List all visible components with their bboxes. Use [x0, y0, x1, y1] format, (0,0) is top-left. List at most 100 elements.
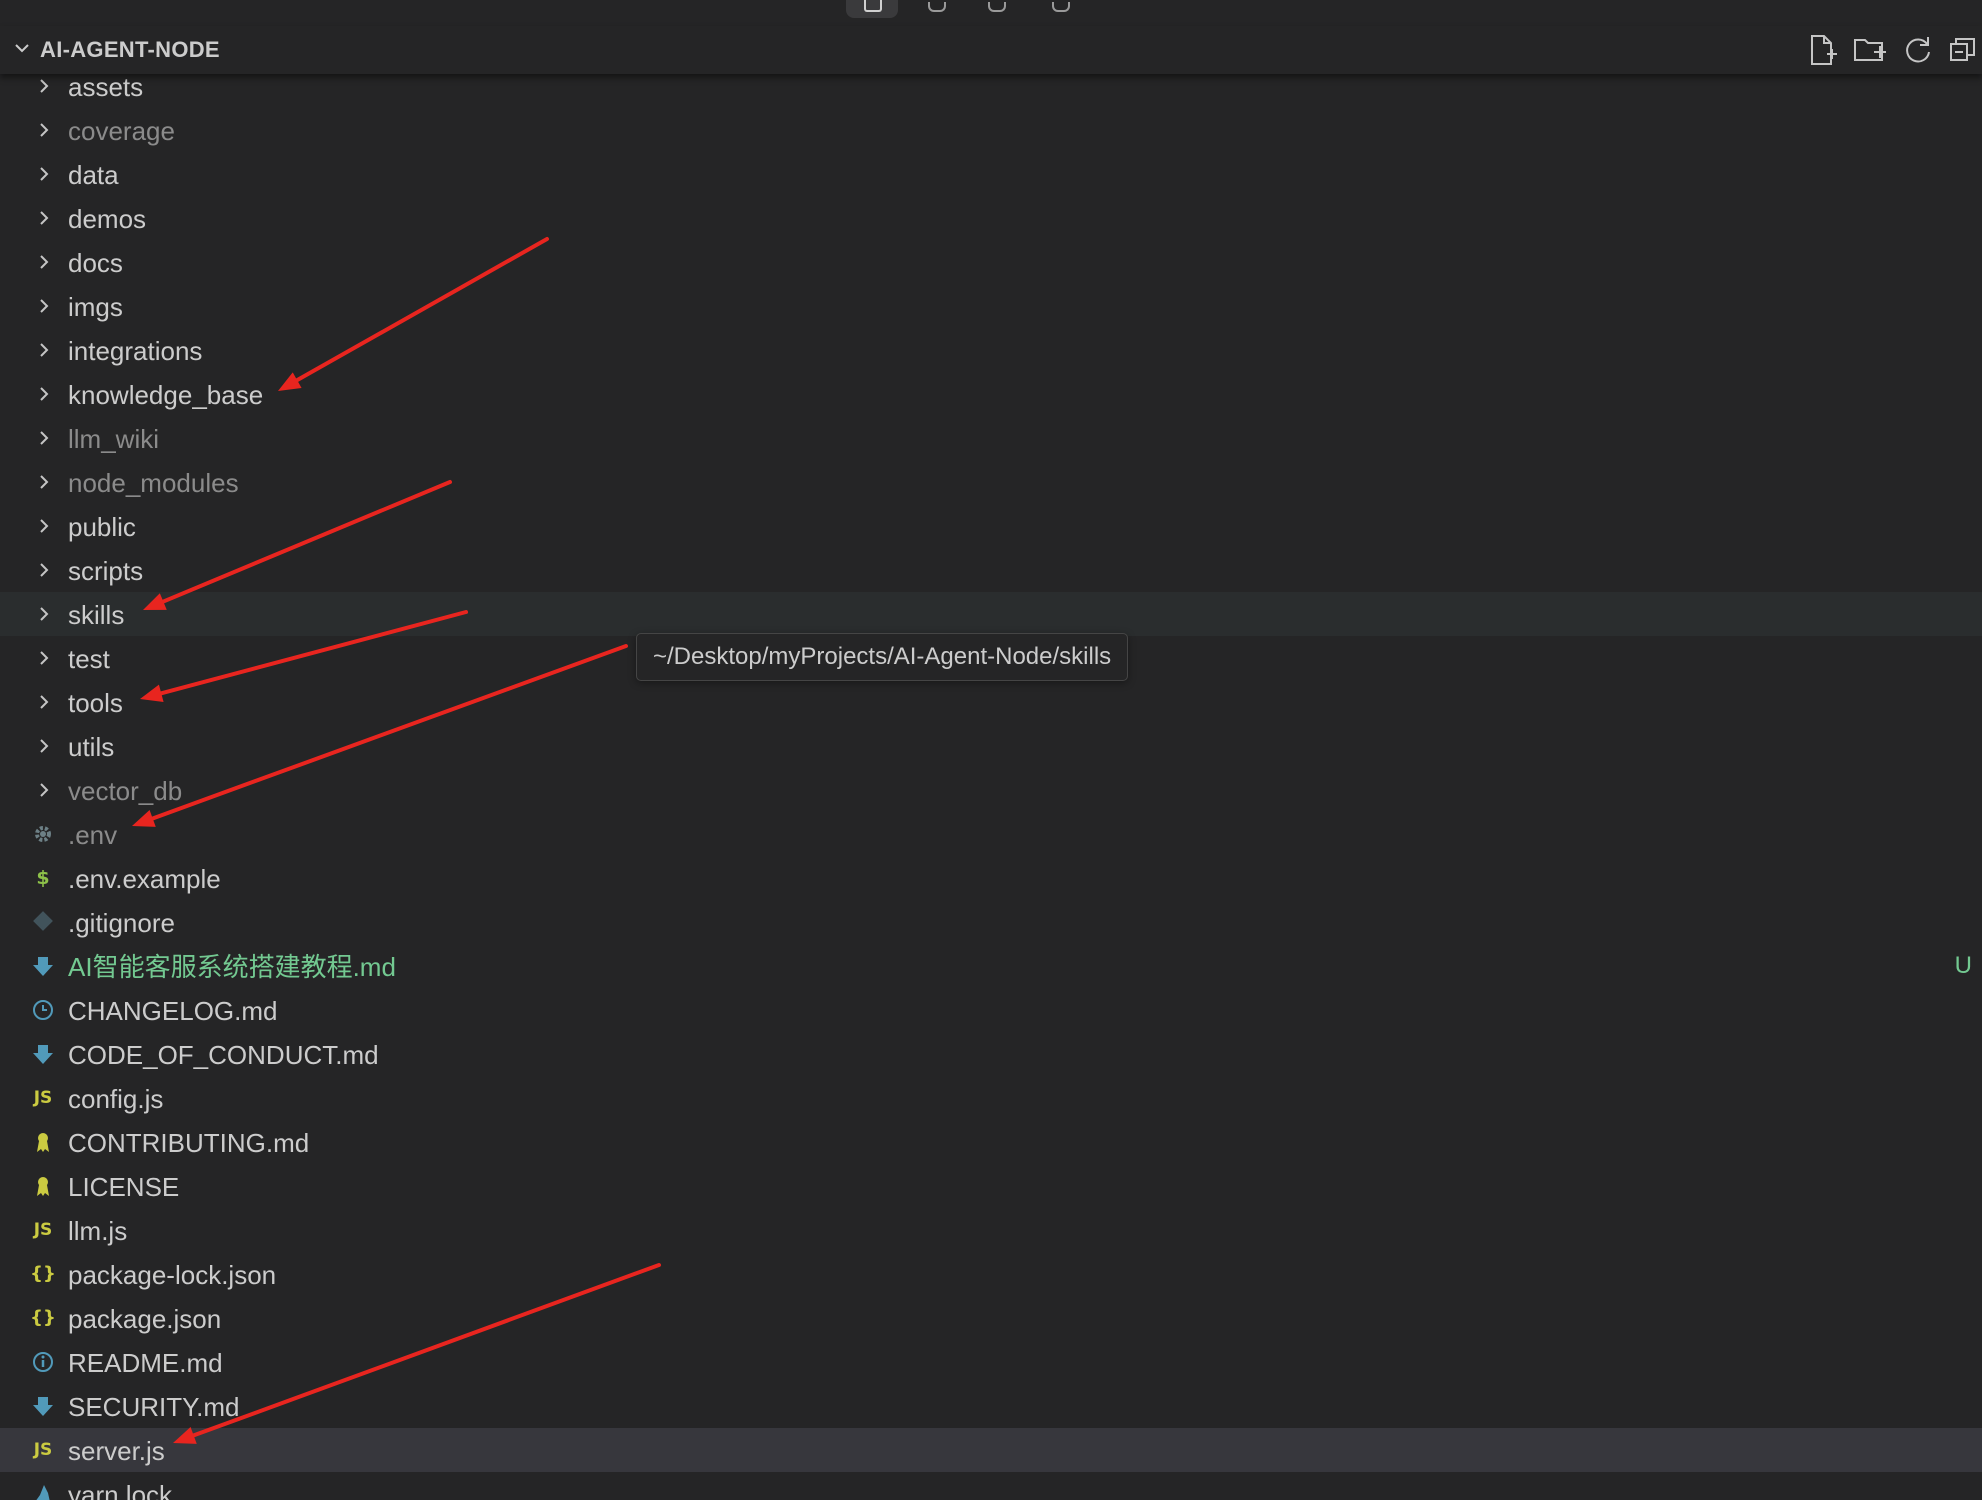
- folder-row-public[interactable]: public: [0, 504, 1982, 548]
- tree-item-label: SECURITY.md: [68, 1392, 240, 1422]
- chevron-right-icon[interactable]: [34, 252, 54, 272]
- ribbon-icon: [30, 1175, 56, 1197]
- json-braces-icon: {}: [30, 1307, 56, 1328]
- folder-row-node-modules[interactable]: node_modules: [0, 460, 1982, 504]
- file-row-env-example[interactable]: $ .env.example: [0, 856, 1982, 900]
- file-row-contributing-md[interactable]: CONTRIBUTING.md: [0, 1120, 1982, 1164]
- chevron-down-icon[interactable]: [12, 38, 32, 58]
- folder-row-data[interactable]: data: [0, 152, 1982, 196]
- new-file-icon: [1811, 35, 1837, 65]
- chevron-right-icon[interactable]: [34, 164, 54, 184]
- chevron-right-icon[interactable]: [34, 780, 54, 800]
- tree-item-label: package.json: [68, 1304, 222, 1334]
- file-row-env[interactable]: .env: [0, 812, 1982, 856]
- tree-item-label: yarn.lock: [68, 1480, 173, 1500]
- folder-row-tools[interactable]: tools: [0, 680, 1982, 724]
- new-file-button[interactable]: [1804, 32, 1840, 68]
- extensions-view-tab[interactable]: [1048, 0, 1074, 18]
- ribbon-icon: [30, 1131, 56, 1153]
- folder-row-coverage[interactable]: coverage: [0, 108, 1982, 152]
- markdown-download-icon: [30, 955, 56, 977]
- js-icon: JS: [33, 1088, 53, 1108]
- chevron-right-icon[interactable]: [34, 340, 54, 360]
- file-row-security-md[interactable]: SECURITY.md: [0, 1384, 1982, 1428]
- collapse-all-icon: [1950, 38, 1975, 61]
- tree-item-label: LICENSE: [68, 1172, 180, 1202]
- file-row-gitignore[interactable]: .gitignore: [0, 900, 1982, 944]
- tree-item-label: CHANGELOG.md: [68, 996, 278, 1026]
- explorer-header: AI-AGENT-NODE: [0, 26, 1982, 74]
- file-row-package-json[interactable]: {} package.json: [0, 1296, 1982, 1340]
- markdown-download-icon: [30, 1043, 56, 1065]
- tree-item-label: public: [68, 512, 136, 542]
- file-row-ai-md[interactable]: AI智能客服系统搭建教程.md U: [0, 944, 1982, 988]
- file-row-config-js[interactable]: JS config.js: [0, 1076, 1982, 1120]
- tree-item-label: AI智能客服系统搭建教程.md: [68, 952, 396, 982]
- explorer-title[interactable]: AI-AGENT-NODE: [40, 37, 220, 63]
- folder-row-skills[interactable]: skills: [0, 592, 1982, 636]
- tree-item-label: CONTRIBUTING.md: [68, 1128, 310, 1158]
- chevron-right-icon[interactable]: [34, 428, 54, 448]
- js-icon: JS: [33, 1440, 53, 1460]
- file-row-readme-md[interactable]: README.md: [0, 1340, 1982, 1384]
- file-row-package-lock-json[interactable]: {} package-lock.json: [0, 1252, 1982, 1296]
- tree-item-label: tools: [68, 688, 123, 718]
- tree-item-label: demos: [68, 204, 147, 234]
- folder-row-integrations[interactable]: integrations: [0, 328, 1982, 372]
- search-view-tab[interactable]: [924, 0, 948, 18]
- new-folder-button[interactable]: [1852, 32, 1888, 68]
- tree-item-label: server.js: [68, 1436, 165, 1466]
- chevron-right-icon[interactable]: [34, 296, 54, 316]
- git-icon: [30, 911, 56, 933]
- file-row-yarn-lock[interactable]: yarn.lock: [0, 1472, 1982, 1500]
- tree-item-label: scripts: [68, 556, 144, 586]
- chevron-right-icon[interactable]: [34, 516, 54, 536]
- file-row-license[interactable]: LICENSE: [0, 1164, 1982, 1208]
- tree-item-label: .env: [68, 820, 118, 850]
- dollar-icon: $: [36, 867, 50, 889]
- explorer-view-tab[interactable]: [846, 0, 898, 18]
- chevron-right-icon[interactable]: [34, 560, 54, 580]
- file-row-llm-js[interactable]: JS llm.js: [0, 1208, 1982, 1252]
- chevron-right-icon[interactable]: [34, 648, 54, 668]
- chevron-right-icon[interactable]: [34, 604, 54, 624]
- file-row-code-of-conduct-md[interactable]: CODE_OF_CONDUCT.md: [0, 1032, 1982, 1076]
- refresh-button[interactable]: [1900, 32, 1936, 68]
- markdown-download-icon: [30, 1395, 56, 1417]
- tree-item-label: assets: [68, 72, 144, 102]
- js-icon: JS: [33, 1220, 53, 1240]
- tree-item-label: data: [68, 160, 119, 190]
- gear-icon: [30, 823, 56, 845]
- tree-item-label: CODE_OF_CONDUCT.md: [68, 1040, 379, 1070]
- git-status-badge: U: [1954, 952, 1972, 979]
- chevron-right-icon[interactable]: [34, 120, 54, 140]
- file-row-server-js[interactable]: JS server.js: [0, 1428, 1982, 1472]
- folder-row-llm-wiki[interactable]: llm_wiki: [0, 416, 1982, 460]
- path-tooltip: ~/Desktop/myProjects/AI-Agent-Node/skill…: [636, 633, 1129, 681]
- tree-item-label: imgs: [68, 292, 123, 322]
- tree-item-label: .env.example: [68, 864, 221, 894]
- chevron-right-icon[interactable]: [34, 384, 54, 404]
- folder-row-imgs[interactable]: imgs: [0, 284, 1982, 328]
- folder-row-utils[interactable]: utils: [0, 724, 1982, 768]
- tree-item-label: integrations: [68, 336, 203, 366]
- folder-row-demos[interactable]: demos: [0, 196, 1982, 240]
- collapse-folders-button[interactable]: [1946, 32, 1982, 68]
- json-braces-icon: {}: [30, 1263, 56, 1284]
- folder-row-scripts[interactable]: scripts: [0, 548, 1982, 592]
- chevron-right-icon[interactable]: [34, 692, 54, 712]
- chevron-right-icon[interactable]: [34, 76, 54, 96]
- tree-item-label: llm.js: [68, 1216, 128, 1246]
- chevron-right-icon[interactable]: [34, 736, 54, 756]
- tree-item-label: node_modules: [68, 468, 239, 498]
- file-row-changelog-md[interactable]: CHANGELOG.md: [0, 988, 1982, 1032]
- folder-row-vector-db[interactable]: vector_db: [0, 768, 1982, 812]
- chevron-right-icon[interactable]: [34, 472, 54, 492]
- chevron-right-icon[interactable]: [34, 208, 54, 228]
- tree-item-label: llm_wiki: [68, 424, 159, 454]
- refresh-icon: [1906, 37, 1930, 63]
- file-tree: assets coverage data demos docs imgs integrati…: [0, 64, 1982, 1500]
- source-control-view-tab[interactable]: [984, 0, 1008, 18]
- folder-row-docs[interactable]: docs: [0, 240, 1982, 284]
- activity-tabs-strip: [0, 0, 1982, 18]
